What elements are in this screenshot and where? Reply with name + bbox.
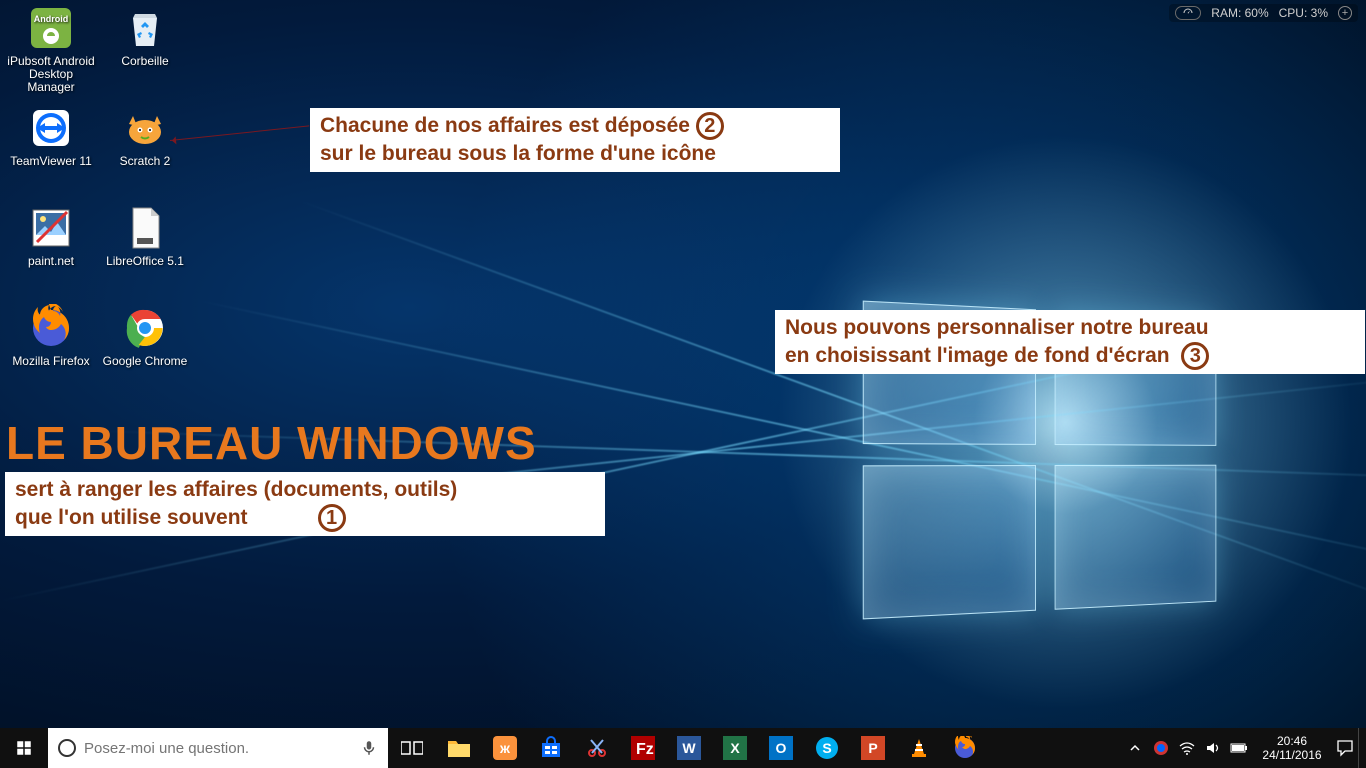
icon-label: TeamViewer 11 (10, 155, 92, 168)
annotation-2-line2: sur le bureau sous la forme d'une icône (320, 142, 716, 165)
icon-chrome[interactable]: Google Chrome (100, 304, 190, 368)
annotation-arrow (170, 125, 309, 141)
taskbar-app-xampp[interactable]: ж (482, 728, 528, 768)
taskbar-app-firefox[interactable] (942, 728, 988, 768)
start-button[interactable] (0, 728, 48, 768)
annotation-2-line1: Chacune de nos affaires est déposée (320, 114, 690, 137)
annotation-1: sert à ranger les affaires (documents, o… (5, 472, 605, 536)
show-desktop-button[interactable] (1358, 728, 1366, 768)
tray-battery-icon[interactable] (1226, 728, 1252, 768)
svg-text:X: X (730, 740, 740, 756)
icon-label: iPubsoft Android Desktop Manager (6, 55, 96, 94)
microphone-icon[interactable] (360, 739, 378, 757)
icon-scratch[interactable]: Scratch 2 (100, 104, 190, 168)
scratch-cat-icon (121, 104, 169, 152)
annotation-2: Chacune de nos affaires est déposée 2 su… (310, 108, 840, 172)
icon-firefox[interactable]: Mozilla Firefox (6, 304, 96, 368)
task-view-button[interactable] (388, 728, 436, 768)
taskbar: ж Fz W X O S P (0, 728, 1366, 768)
search-box[interactable] (48, 728, 388, 768)
icon-label: Mozilla Firefox (12, 355, 89, 368)
clock-time: 20:46 (1252, 734, 1332, 748)
svg-text:Fz: Fz (636, 741, 654, 758)
annotation-3-line1: Nous pouvons personnaliser notre bureau (785, 316, 1209, 339)
android-app-icon: Android (27, 4, 75, 52)
icon-ipubsoft[interactable]: Android iPubsoft Android Desktop Manager (6, 4, 96, 94)
action-center-icon[interactable] (1332, 728, 1358, 768)
taskbar-app-vlc[interactable] (896, 728, 942, 768)
taskbar-app-store[interactable] (528, 728, 574, 768)
icon-corbeille[interactable]: Corbeille (100, 4, 190, 68)
icon-label: paint.net (28, 255, 74, 268)
taskbar-pinned-apps: ж Fz W X O S P (436, 728, 988, 768)
icon-libreoffice[interactable]: LibreOffice 5.1 (100, 204, 190, 268)
system-tray: 20:46 24/11/2016 (1122, 728, 1366, 768)
cortana-icon (58, 739, 76, 757)
annotation-3-badge: 3 (1181, 342, 1209, 370)
taskbar-app-snip[interactable] (574, 728, 620, 768)
libreoffice-icon (121, 204, 169, 252)
icon-label: Google Chrome (103, 355, 188, 368)
search-input[interactable] (84, 740, 352, 757)
taskbar-clock[interactable]: 20:46 24/11/2016 (1252, 734, 1332, 762)
annotation-1-line2: que l'on utilise souvent (15, 506, 248, 529)
annotation-3-line2: en choisissant l'image de fond d'écran (785, 344, 1170, 367)
svg-text:P: P (868, 740, 877, 756)
icon-label: Scratch 2 (120, 155, 171, 168)
svg-text:O: O (776, 740, 787, 756)
taskbar-app-filezilla[interactable]: Fz (620, 728, 666, 768)
tray-wifi-icon[interactable] (1174, 728, 1200, 768)
taskbar-app-skype[interactable]: S (804, 728, 850, 768)
chrome-icon (121, 304, 169, 352)
annotation-1-line1: sert à ranger les affaires (documents, o… (15, 478, 457, 501)
svg-text:ж: ж (499, 740, 511, 756)
tray-overflow[interactable] (1122, 728, 1148, 768)
svg-text:Android: Android (34, 14, 69, 24)
paintnet-icon (27, 204, 75, 252)
svg-text:W: W (682, 740, 696, 756)
icon-paintnet[interactable]: paint.net (6, 204, 96, 268)
tray-app-icon[interactable] (1148, 728, 1174, 768)
svg-text:S: S (822, 740, 831, 756)
teamviewer-icon (27, 104, 75, 152)
taskbar-app-explorer[interactable] (436, 728, 482, 768)
annotation-1-badge: 1 (318, 504, 346, 532)
annotation-3: Nous pouvons personnaliser notre bureau … (775, 310, 1365, 374)
tray-volume-icon[interactable] (1200, 728, 1226, 768)
taskbar-app-excel[interactable]: X (712, 728, 758, 768)
icon-teamviewer[interactable]: TeamViewer 11 (6, 104, 96, 168)
firefox-icon (27, 304, 75, 352)
taskbar-app-outlook[interactable]: O (758, 728, 804, 768)
recycle-bin-icon (121, 4, 169, 52)
annotation-title: LE BUREAU WINDOWS (6, 416, 537, 470)
annotation-2-badge: 2 (696, 112, 724, 140)
clock-date: 24/11/2016 (1252, 748, 1332, 762)
icon-label: Corbeille (121, 55, 168, 68)
desktop[interactable]: Android iPubsoft Android Desktop Manager… (0, 0, 1366, 728)
taskbar-app-word[interactable]: W (666, 728, 712, 768)
taskbar-app-powerpoint[interactable]: P (850, 728, 896, 768)
icon-label: LibreOffice 5.1 (106, 255, 184, 268)
